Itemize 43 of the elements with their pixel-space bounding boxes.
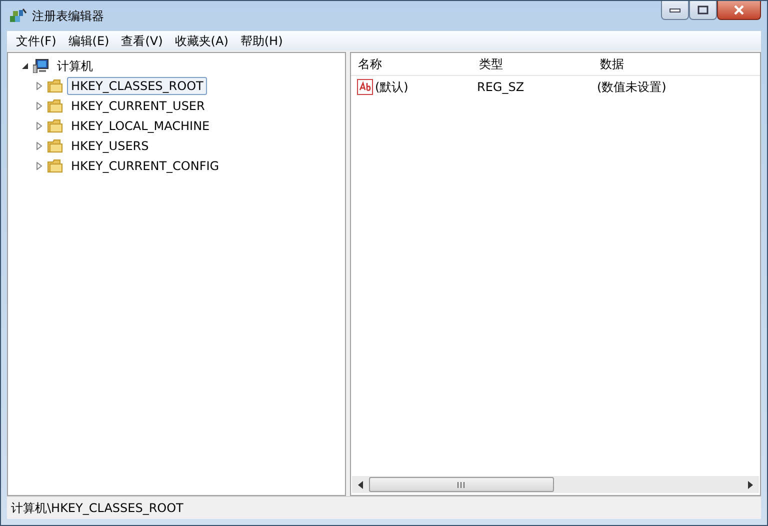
string-value-icon	[357, 79, 373, 95]
table-cell: (数值未设置)	[597, 78, 666, 96]
status-path: 计算机\HKEY_CLASSES_ROOT	[11, 500, 184, 516]
scroll-left-icon[interactable]	[358, 480, 363, 488]
menu-item[interactable]: 文件(F)	[10, 32, 62, 50]
expand-arrow-icon[interactable]	[36, 82, 43, 90]
folder-icon	[47, 99, 63, 113]
minimize-icon	[669, 7, 681, 13]
expand-arrow-icon[interactable]	[36, 122, 43, 130]
maximize-button[interactable]	[689, 1, 717, 20]
tree-item[interactable]: HKEY_USERS	[67, 137, 153, 155]
computer-icon	[33, 59, 49, 73]
folder-icon	[47, 79, 63, 93]
window-title: 注册表编辑器	[32, 8, 104, 24]
folder-icon	[47, 119, 63, 133]
table-cell: REG_SZ	[477, 80, 524, 94]
folder-icon	[47, 139, 63, 153]
menu-item[interactable]: 帮助(H)	[234, 32, 289, 50]
tree-item[interactable]: HKEY_CLASSES_ROOT	[67, 77, 208, 95]
menu-item[interactable]: 编辑(E)	[62, 32, 116, 50]
maximize-icon	[697, 5, 709, 15]
table-cell: (默认)	[375, 78, 408, 96]
menu-item[interactable]: 收藏夹(A)	[168, 32, 234, 50]
scroll-thumb[interactable]	[369, 477, 554, 492]
expand-arrow-icon[interactable]	[36, 102, 43, 110]
horizontal-scrollbar[interactable]	[352, 476, 759, 493]
folder-icon	[47, 159, 63, 173]
column-header[interactable]: 类型	[472, 56, 593, 72]
expand-arrow-icon[interactable]	[36, 162, 43, 170]
column-header[interactable]: 名称	[351, 56, 472, 72]
tree-item[interactable]: HKEY_LOCAL_MACHINE	[67, 117, 214, 135]
menu-item[interactable]: 查看(V)	[115, 32, 169, 50]
collapse-arrow-icon[interactable]	[22, 62, 29, 70]
close-icon	[733, 5, 745, 15]
registry-cubes-icon	[9, 8, 27, 24]
expand-arrow-icon[interactable]	[36, 142, 43, 150]
minimize-button[interactable]	[661, 1, 689, 20]
tree-item[interactable]: 计算机	[53, 56, 97, 76]
close-button[interactable]	[717, 1, 761, 20]
column-header[interactable]: 数据	[593, 56, 714, 72]
scroll-right-icon[interactable]	[748, 480, 753, 488]
tree-item[interactable]: HKEY_CURRENT_CONFIG	[67, 157, 224, 175]
tree-item[interactable]: HKEY_CURRENT_USER	[67, 97, 209, 115]
